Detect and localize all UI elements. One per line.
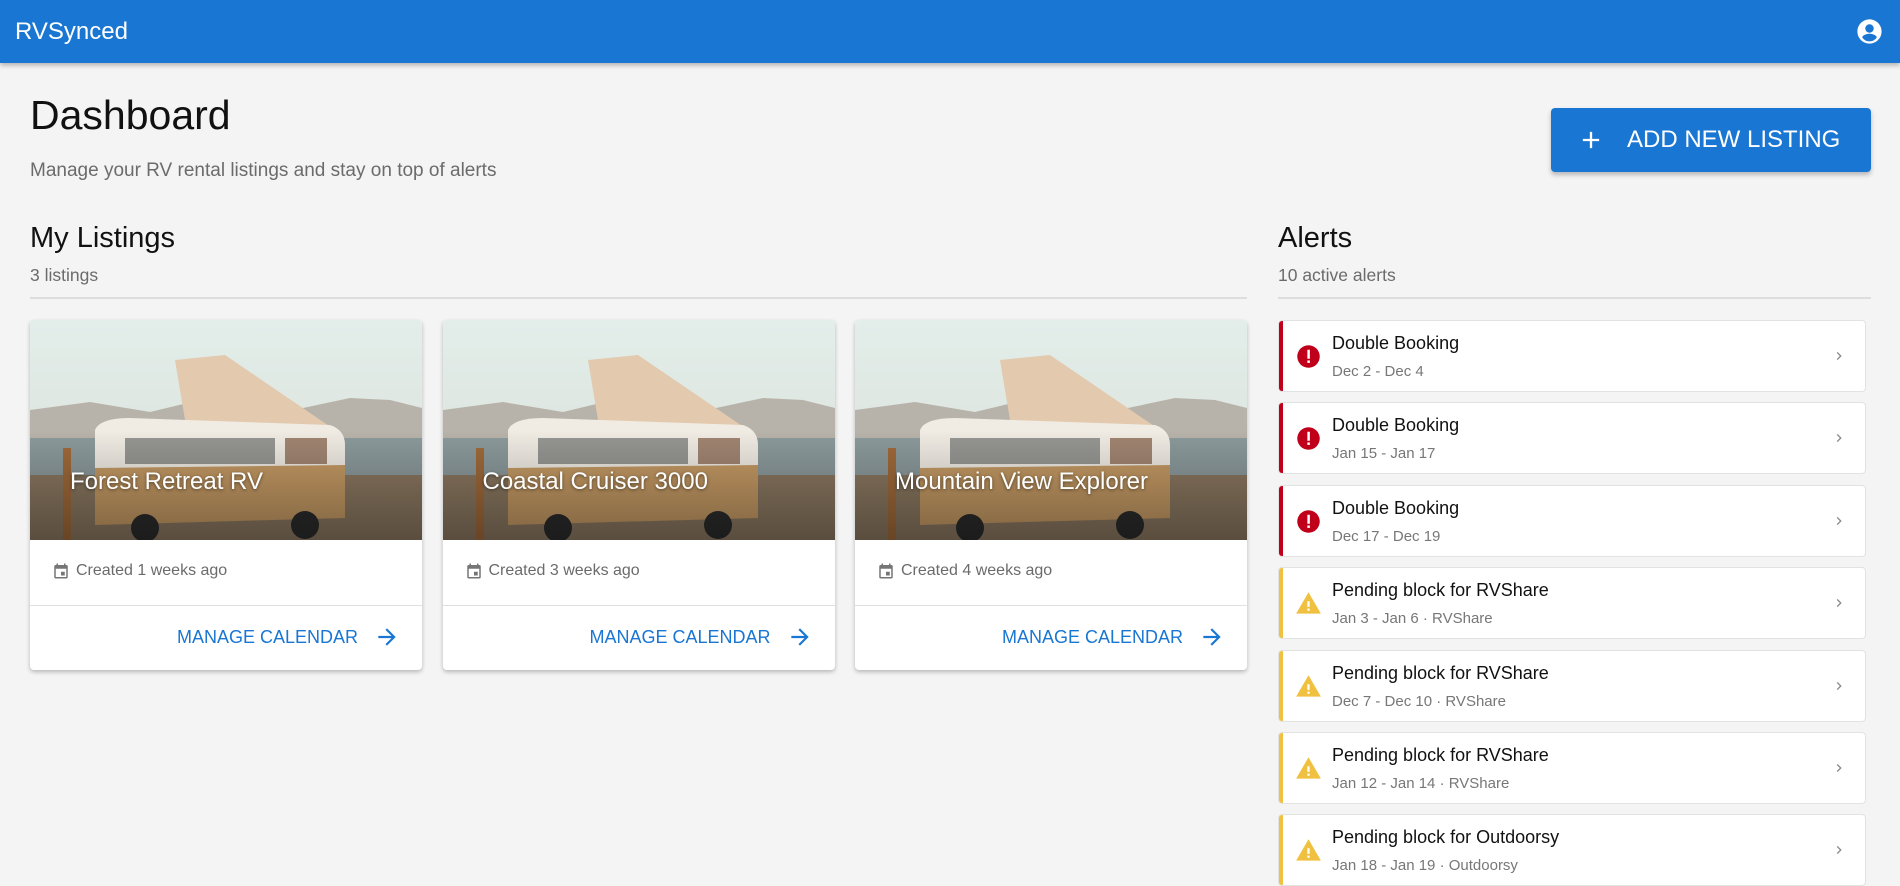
listing-image[interactable] xyxy=(442,320,835,540)
alert-item[interactable]: Pending block for Outdoorsy Jan 18 - Jan… xyxy=(1278,814,1866,886)
chevron-right-icon xyxy=(1836,352,1842,360)
warning-icon xyxy=(1296,592,1321,614)
chevron-right-icon xyxy=(1836,434,1842,443)
listing-card: Coastal Cruiser 3000 Created 3 weeks ago… xyxy=(442,320,835,670)
card-divider xyxy=(855,605,1247,606)
alert-detail: Jan 12 - Jan 14 · RVShare xyxy=(1332,775,1510,792)
alert-item[interactable]: Pending block for RVShare Dec 7 - Dec 10… xyxy=(1278,649,1866,722)
manage-calendar-button[interactable]: MANAGE CALENDAR xyxy=(177,624,400,650)
alert-detail: Jan 3 - Jan 6 · RVShare xyxy=(1332,610,1493,628)
calendar-icon xyxy=(54,563,68,579)
page-subtitle: Manage your RV rental listings and stay … xyxy=(30,160,497,181)
alert-severity-bar xyxy=(1279,321,1283,391)
chevron-right-icon xyxy=(1836,599,1842,608)
manage-calendar-label: MANAGE CALENDAR xyxy=(589,626,771,647)
alert-item[interactable]: Pending block for RVShare Jan 3 - Jan 6 … xyxy=(1278,567,1866,640)
alert-detail: Dec 2 - Dec 4 xyxy=(1332,363,1424,380)
card-divider xyxy=(30,605,422,606)
manage-calendar-button[interactable]: MANAGE CALENDAR xyxy=(589,624,812,650)
listing-created: Created 4 weeks ago xyxy=(877,562,1052,580)
listing-created: Created 3 weeks ago xyxy=(465,562,640,580)
manage-calendar-button[interactable]: MANAGE CALENDAR xyxy=(1002,624,1225,650)
alerts-divider xyxy=(1278,297,1871,299)
chevron-right-icon xyxy=(1836,516,1842,525)
created-text: Created 3 weeks ago xyxy=(488,562,640,579)
add-new-listing-label: ADD NEW LISTING xyxy=(1627,126,1841,153)
alert-detail: Jan 15 - Jan 17 xyxy=(1332,445,1436,463)
listings-count: 3 listings xyxy=(30,265,99,285)
card-divider xyxy=(442,605,835,606)
alert-severity-bar xyxy=(1279,733,1283,803)
alerts-title: Alerts xyxy=(1278,222,1353,254)
error-icon xyxy=(1297,427,1320,451)
alert-title: Pending block for RVShare xyxy=(1332,745,1549,765)
error-icon xyxy=(1297,510,1320,533)
alert-title: Pending block for RVShare xyxy=(1332,662,1549,683)
alert-title: Pending block for Outdoorsy xyxy=(1332,827,1560,848)
alert-detail: Dec 17 - Dec 19 xyxy=(1332,527,1441,545)
chevron-right-icon xyxy=(1836,846,1842,855)
alerts-count: 10 active alerts xyxy=(1278,265,1396,285)
listing-image[interactable] xyxy=(855,320,1247,540)
alert-item[interactable]: Double Booking Jan 15 - Jan 17 xyxy=(1278,402,1866,475)
app-bar: RVSynced xyxy=(0,0,1900,63)
alert-detail: Dec 7 - Dec 10 · RVShare xyxy=(1332,692,1506,710)
alert-title: Double Booking xyxy=(1332,415,1460,436)
manage-calendar-label: MANAGE CALENDAR xyxy=(176,626,358,647)
alert-item[interactable]: Double Booking Dec 2 - Dec 4 xyxy=(1278,320,1866,392)
account-circle-icon[interactable] xyxy=(1855,17,1884,46)
warning-icon xyxy=(1296,674,1321,697)
alert-item[interactable]: Double Booking Dec 17 - Dec 19 xyxy=(1278,484,1866,557)
listing-card: Forest Retreat RV Created 1 weeks ago MA… xyxy=(30,320,422,670)
add-new-listing-button[interactable]: ADD NEW LISTING xyxy=(1551,108,1871,172)
error-icon xyxy=(1297,345,1320,368)
listings-title: My Listings xyxy=(30,222,176,254)
manage-calendar-label: MANAGE CALENDAR xyxy=(1001,626,1183,647)
listing-created: Created 1 weeks ago xyxy=(52,562,227,580)
listings-divider xyxy=(30,297,1247,299)
alert-title: Double Booking xyxy=(1332,333,1460,353)
listing-name: Mountain View Explorer xyxy=(895,468,1149,495)
alert-title: Pending block for RVShare xyxy=(1332,580,1549,601)
calendar-icon xyxy=(879,563,893,579)
alert-severity-bar xyxy=(1279,815,1283,886)
alert-severity-bar xyxy=(1279,403,1283,474)
created-text: Created 1 weeks ago xyxy=(76,562,228,579)
listing-name: Coastal Cruiser 3000 xyxy=(482,468,708,495)
arrow-right-icon xyxy=(790,628,809,646)
arrow-right-icon xyxy=(378,628,396,646)
calendar-icon xyxy=(466,563,481,579)
page-title: Dashboard xyxy=(30,92,231,138)
listing-image[interactable] xyxy=(30,320,422,540)
app-title[interactable]: RVSynced xyxy=(15,18,128,46)
warning-icon xyxy=(1296,839,1321,862)
listing-card: Mountain View Explorer Created 4 weeks a… xyxy=(855,320,1247,670)
created-text: Created 4 weeks ago xyxy=(901,562,1053,579)
alert-title: Double Booking xyxy=(1332,497,1460,518)
arrow-right-icon xyxy=(1203,628,1221,646)
alert-item[interactable]: Pending block for RVShare Jan 12 - Jan 1… xyxy=(1278,732,1866,804)
warning-icon xyxy=(1296,757,1321,779)
chevron-right-icon xyxy=(1836,681,1842,690)
alert-severity-bar xyxy=(1279,650,1283,721)
alert-severity-bar xyxy=(1279,485,1283,556)
plus-icon xyxy=(1582,131,1600,149)
chevron-right-icon xyxy=(1836,764,1842,772)
alert-severity-bar xyxy=(1279,568,1283,639)
listing-name: Forest Retreat RV xyxy=(70,468,263,495)
